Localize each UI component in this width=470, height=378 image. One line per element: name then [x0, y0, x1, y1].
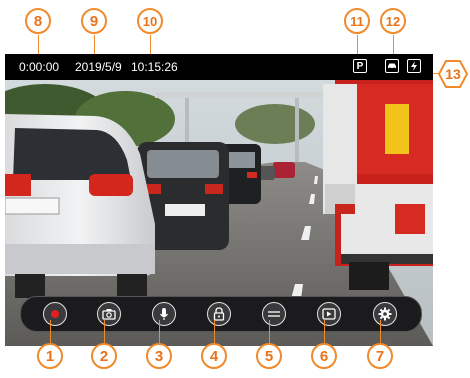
record-dot-icon — [51, 310, 59, 318]
callout-6: 6 — [311, 343, 337, 369]
callout-12: 12 — [380, 8, 406, 34]
snapshot-button[interactable] — [97, 302, 121, 326]
callout-5: 5 — [256, 343, 282, 369]
callout-2-label: 2 — [99, 347, 109, 365]
callout-10-label: 10 — [142, 13, 158, 29]
callout-11: 11 — [344, 8, 370, 34]
camera-icon — [102, 309, 116, 320]
lane-button[interactable] — [262, 302, 286, 326]
settings-button[interactable] — [373, 302, 397, 326]
callout-13-label: 13 — [445, 66, 461, 82]
callout-3: 3 — [146, 343, 172, 369]
dashcam-screen: 0:00:00 2019/5/9 10:15:26 P — [5, 54, 433, 346]
date-display: 2019/5/9 — [75, 60, 122, 74]
parking-mode-icon: P — [353, 59, 367, 73]
control-bar — [20, 296, 422, 332]
callout-4-label: 4 — [209, 347, 219, 365]
microphone-icon — [160, 308, 168, 320]
playback-icon — [322, 308, 336, 320]
callout-1-label: 1 — [45, 347, 55, 365]
callout-8: 8 — [25, 8, 51, 34]
status-bar: 0:00:00 2019/5/9 10:15:26 P — [5, 54, 433, 80]
time-display: 10:15:26 — [131, 60, 178, 74]
callout-9: 9 — [81, 8, 107, 34]
callout-12-label: 12 — [385, 13, 401, 29]
callout-3-label: 3 — [154, 347, 164, 365]
callout-9-label: 9 — [89, 12, 99, 30]
callout-7-label: 7 — [375, 347, 385, 365]
callout-13: 13 — [438, 60, 468, 88]
callout-6-label: 6 — [319, 347, 329, 365]
callout-10: 10 — [137, 8, 163, 34]
callout-11-label: 11 — [350, 13, 364, 29]
microphone-button[interactable] — [152, 302, 176, 326]
lane-icon — [268, 311, 280, 317]
callout-5-label: 5 — [264, 347, 274, 365]
callout-2: 2 — [91, 343, 117, 369]
lock-button[interactable] — [207, 302, 231, 326]
callout-4: 4 — [201, 343, 227, 369]
gear-icon — [378, 307, 392, 321]
power-icon — [407, 59, 421, 73]
callout-1: 1 — [37, 343, 63, 369]
lock-icon — [213, 307, 225, 321]
playback-button[interactable] — [317, 302, 341, 326]
car-mode-icon — [385, 59, 399, 73]
callout-7: 7 — [367, 343, 393, 369]
record-button[interactable] — [43, 302, 67, 326]
callout-8-label: 8 — [33, 12, 43, 30]
record-time: 0:00:00 — [19, 60, 60, 74]
